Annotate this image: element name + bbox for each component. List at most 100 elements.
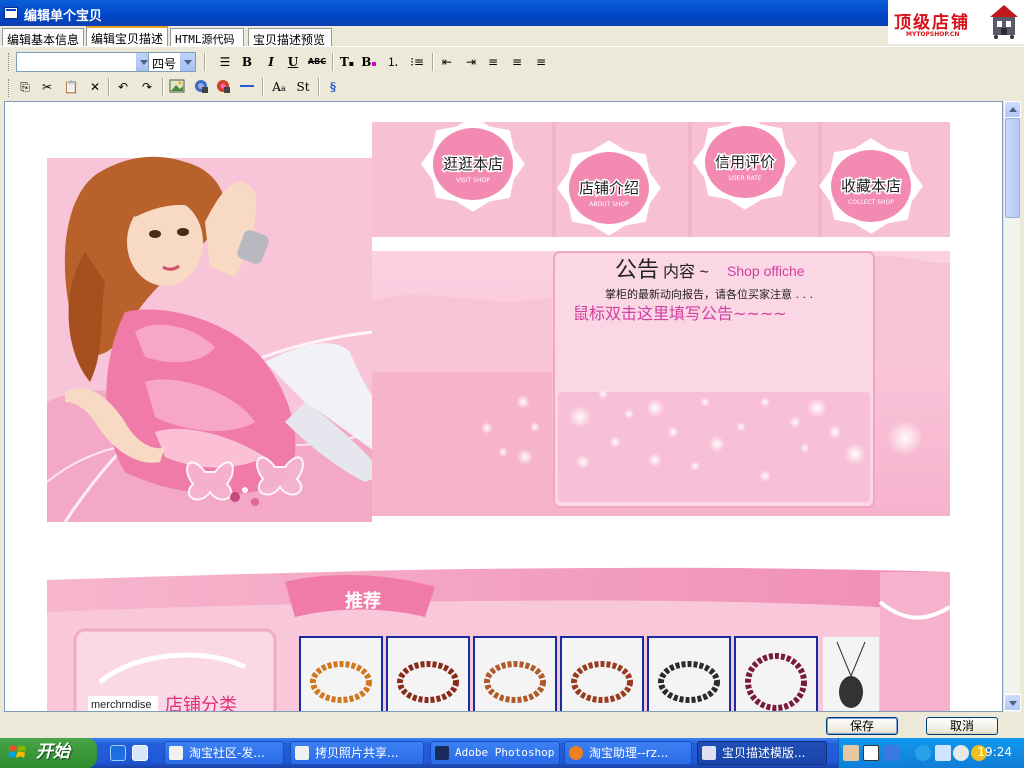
product-thumbnail[interactable] (299, 636, 383, 711)
window-icon (4, 7, 18, 19)
product-thumbnail[interactable] (386, 636, 470, 711)
bokeh-dot (598, 389, 608, 399)
highlight-color-icon[interactable]: B▪ (360, 53, 378, 71)
insert-flash-icon[interactable] (192, 78, 210, 96)
bokeh-dot (700, 397, 710, 407)
insert-media-icon[interactable] (214, 78, 232, 96)
bokeh-dot (624, 409, 634, 419)
bold-button[interactable]: B (238, 53, 256, 71)
toolbar-grip[interactable] (8, 79, 11, 97)
toolbar-row-format: 四号 ☰ B I U ABC T▪ B▪ ⒈ ⁝≡ ⇤ ⇥ ≡ ≡ ≡ (8, 51, 1008, 75)
help-icon[interactable] (863, 745, 879, 761)
notice-content[interactable]: 鼠标双击这里填写公告~~~~ (573, 304, 787, 323)
nav-badge-3[interactable]: 收藏本店 COLLECT SHOP (819, 138, 923, 234)
product-thumbnail[interactable] (823, 637, 879, 711)
chevron-down-icon[interactable] (179, 53, 195, 71)
bokeh-dot (609, 436, 621, 448)
scroll-thumb[interactable] (1005, 118, 1020, 218)
toolbar-grip[interactable] (8, 53, 11, 71)
nav-badge-0[interactable]: 逛逛本店 VISIT SHOP (421, 116, 525, 212)
undo-icon[interactable]: ↶ (114, 78, 132, 96)
delete-icon[interactable]: ✕ (86, 78, 104, 96)
nav-badge-2[interactable]: 信用评价 USER RATE (693, 114, 797, 210)
banner-template[interactable]: 逛逛本店 VISIT SHOP 店铺介绍 ABOUT SHOP 信用评价 USER RAT… (5, 102, 1002, 711)
brand-logo: 顶级店铺 MYTOPSHOP.CN (888, 0, 1024, 44)
cancel-button[interactable]: 取消 (926, 717, 998, 735)
taskbar-item-active[interactable]: 宝贝描述模版... (697, 741, 827, 765)
outdent-icon[interactable]: ⇤ (438, 53, 456, 71)
cut-icon[interactable]: ✂ (38, 78, 56, 96)
bokeh-dot (807, 398, 827, 418)
font-name-select[interactable] (16, 52, 152, 72)
bokeh-dot (844, 443, 866, 465)
logo-text: 顶级店铺 (894, 13, 970, 33)
product-thumbnail[interactable] (560, 636, 644, 711)
italic-button[interactable]: I (262, 53, 280, 71)
start-button[interactable]: 开始 (0, 738, 97, 768)
redo-icon[interactable]: ↷ (138, 78, 156, 96)
window-icon (295, 746, 309, 760)
network-icon[interactable] (935, 745, 951, 761)
line-spacing-icon[interactable]: ☰ (216, 53, 234, 71)
align-center-icon[interactable]: ≡ (508, 53, 526, 71)
window-icon (702, 746, 716, 760)
align-left-icon[interactable]: ≡ (484, 53, 502, 71)
strikeout-style-button[interactable]: St (294, 78, 312, 96)
taskbar-item[interactable]: 淘宝社区-发... (164, 741, 284, 765)
toolbar-separator (204, 53, 206, 71)
window-title-bar[interactable]: 编辑单个宝贝 (0, 0, 1024, 26)
product-thumbnail[interactable] (734, 636, 818, 711)
copy-icon[interactable]: ⎘ (16, 78, 34, 96)
desktop-icon[interactable] (132, 745, 148, 761)
girl-illustration (46, 156, 425, 523)
underline-button[interactable]: U (284, 53, 302, 71)
scroll-up-button[interactable] (1004, 101, 1021, 118)
tray-app-icon[interactable] (843, 745, 859, 761)
product-thumbnail[interactable] (473, 636, 557, 711)
numbered-list-icon[interactable]: ⒈ (384, 53, 402, 71)
taobao-assistant-icon (569, 746, 583, 760)
category-title: 店铺分类 (165, 695, 237, 711)
taskbar-item[interactable]: 拷贝照片共享... (290, 741, 424, 765)
horizontal-rule-icon[interactable] (238, 78, 256, 96)
description-editor[interactable]: 逛逛本店 VISIT SHOP 店铺介绍 ABOUT SHOP 信用评价 USER RAT… (4, 101, 1003, 712)
volume-icon[interactable] (953, 745, 969, 761)
bokeh-dot (828, 425, 842, 439)
toolbar-separator (432, 53, 434, 71)
text-style-label: A (272, 80, 281, 94)
toolbar-separator (162, 78, 164, 96)
nav-badge-1[interactable]: 店铺介绍 ABOUT SHOP (557, 140, 661, 236)
ie-icon[interactable] (110, 745, 126, 761)
taskbar-item[interactable]: 淘宝助理--rz... (564, 741, 692, 765)
text-style-button[interactable]: Aa (270, 78, 288, 96)
nav-badge-sublabel: COLLECT SHOP (848, 199, 894, 206)
text-color-icon[interactable]: T▪ (338, 53, 356, 71)
tray-app-icon[interactable] (883, 745, 899, 761)
bokeh-dot (569, 406, 591, 428)
bullet-list-icon[interactable]: ⁝≡ (408, 53, 426, 71)
scroll-down-button[interactable] (1004, 694, 1021, 711)
taskbar-item-label: 淘宝社区-发... (189, 746, 265, 760)
nav-badge-sublabel: USER RATE (728, 175, 761, 182)
chevron-left-icon[interactable] (915, 745, 931, 761)
bokeh-dot (736, 422, 746, 432)
save-button[interactable]: 保存 (826, 717, 898, 735)
clock: 19:24 (977, 745, 1012, 759)
font-size-select[interactable]: 四号 (148, 52, 196, 72)
product-thumbnail[interactable] (647, 636, 731, 711)
vertical-scrollbar[interactable] (1003, 101, 1021, 712)
tab-basic-info[interactable]: 编辑基本信息 (2, 28, 84, 47)
nav-badge-label: 收藏本店 (841, 177, 901, 195)
bokeh-dot (887, 420, 923, 456)
tab-preview[interactable]: 宝贝描述预览 (248, 28, 332, 47)
taskbar-item[interactable]: Adobe Photoshop (430, 741, 560, 765)
insert-image-icon[interactable] (168, 78, 186, 96)
paste-icon[interactable]: 📋 (62, 78, 80, 96)
indent-icon[interactable]: ⇥ (462, 53, 480, 71)
tab-html-source[interactable]: HTML源代码 (170, 28, 244, 46)
insert-link-icon[interactable]: § (324, 78, 342, 96)
align-right-icon[interactable]: ≡ (532, 53, 550, 71)
strikethrough-button[interactable]: ABC (306, 53, 328, 71)
bokeh-dot (709, 436, 725, 452)
tab-edit-description[interactable]: 编辑宝贝描述 (86, 26, 168, 46)
